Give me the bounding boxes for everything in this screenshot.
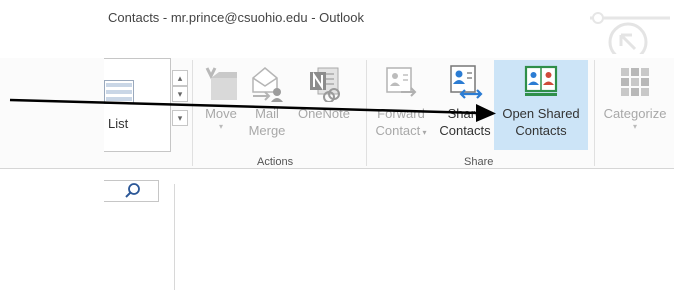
open-shared-contacts-button[interactable]: Open Shared Contacts xyxy=(494,62,588,139)
onenote-label: OneNote xyxy=(297,106,351,121)
open-shared-contacts-icon xyxy=(524,65,558,96)
gallery-more-button[interactable]: ▾ xyxy=(172,110,188,126)
gallery-scroll-down-button[interactable]: ▾ xyxy=(172,86,188,102)
move-label: Move xyxy=(205,106,237,121)
pane-divider xyxy=(174,184,175,290)
share-contacts-label-1: Share xyxy=(447,106,483,121)
view-list-label[interactable]: List xyxy=(108,116,128,131)
share-contacts-button[interactable]: Share Contacts xyxy=(434,62,496,139)
actions-group-label: Actions xyxy=(257,156,294,168)
open-shared-contacts-label-1: Open Shared xyxy=(502,106,580,121)
view-gallery[interactable] xyxy=(104,58,171,152)
forward-contact-label-2: Contact xyxy=(375,123,421,138)
forward-contact-dropdown-icon: ▾ xyxy=(420,128,427,137)
share-contacts-icon xyxy=(450,65,483,99)
open-shared-contacts-label-2: Contacts xyxy=(515,123,567,138)
mail-merge-label-2: Merge xyxy=(248,123,286,138)
separator xyxy=(366,60,367,166)
move-icon xyxy=(205,67,237,100)
mail-merge-button[interactable]: Mail Merge xyxy=(246,62,288,139)
share-contacts-label-2: Contacts xyxy=(439,123,491,138)
list-icon xyxy=(104,80,134,104)
mail-merge-icon xyxy=(252,67,283,102)
search-icon[interactable] xyxy=(124,182,142,200)
separator xyxy=(594,60,595,166)
separator xyxy=(192,60,193,166)
gallery-scroll-up-button[interactable]: ▴ xyxy=(172,70,188,86)
onenote-icon xyxy=(310,67,340,102)
onenote-button[interactable]: OneNote xyxy=(288,62,360,122)
categorize-button[interactable]: Categorize ▾ xyxy=(596,62,674,132)
help-icon[interactable] xyxy=(590,6,670,54)
forward-contact-button[interactable]: Forward Contact ▾ xyxy=(368,62,434,141)
move-dropdown-icon: ▾ xyxy=(218,122,223,131)
categorize-dropdown-icon: ▾ xyxy=(632,122,637,131)
forward-contact-icon xyxy=(386,67,417,97)
categorize-icon xyxy=(621,68,649,96)
categorize-label: Categorize xyxy=(603,106,667,121)
mail-merge-label-1: Mail xyxy=(255,106,279,121)
window-title: Contacts - mr.prince@csuohio.edu - Outlo… xyxy=(108,10,364,25)
share-group-label: Share xyxy=(464,156,494,168)
move-button[interactable]: Move ▾ xyxy=(196,62,246,132)
forward-contact-label-1: Forward xyxy=(377,106,425,121)
search-input[interactable] xyxy=(104,180,159,202)
